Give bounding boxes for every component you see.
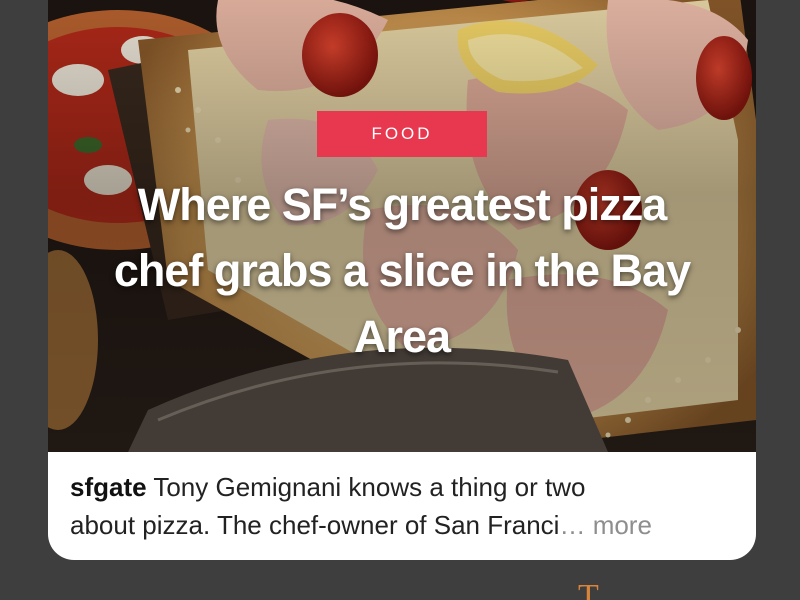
- category-tag[interactable]: FOOD: [317, 111, 487, 157]
- caption-text-line1: Tony Gemignani knows a thing or two: [146, 472, 586, 502]
- caption-ellipsis: …: [559, 510, 586, 540]
- post-image[interactable]: FOOD Where SF’s greatest pizza chef grab…: [48, 0, 756, 452]
- post-card[interactable]: FOOD Where SF’s greatest pizza chef grab…: [48, 0, 756, 560]
- account-name[interactable]: sfgate: [70, 472, 147, 502]
- post-headline: Where SF’s greatest pizza chef grabs a s…: [113, 179, 691, 362]
- more-link[interactable]: more: [585, 510, 652, 540]
- next-post-peek: T....: [578, 578, 636, 600]
- caption-text-line2: about pizza. The chef-owner of San Franc…: [70, 510, 560, 540]
- post-caption: sfgate Tony Gemignani knows a thing or t…: [70, 468, 740, 544]
- feed-screen: FOOD Where SF’s greatest pizza chef grab…: [0, 0, 800, 600]
